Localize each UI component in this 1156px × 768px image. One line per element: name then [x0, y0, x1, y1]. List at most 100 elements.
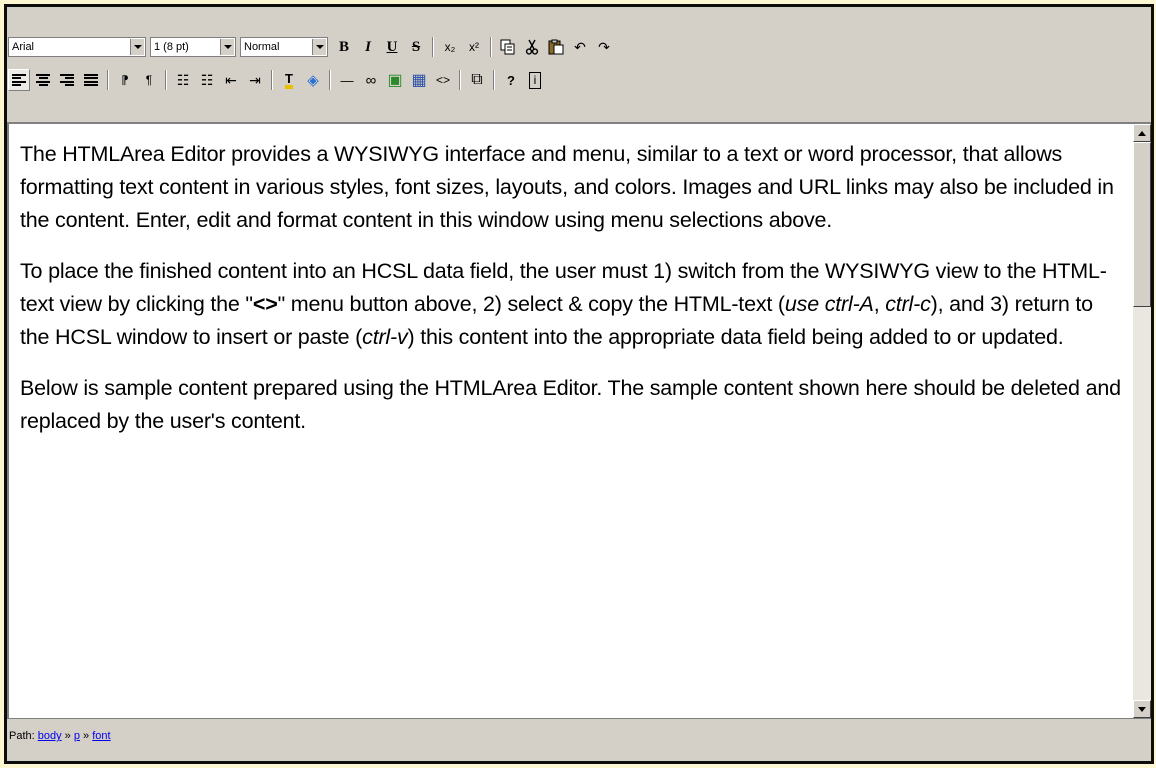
content-paragraph-3: Below is sample content prepared using t… — [20, 376, 1121, 433]
text-color-button[interactable]: T — [278, 69, 300, 91]
ltr-icon: ⁋ — [121, 73, 129, 87]
font-name-select[interactable]: Arial — [8, 37, 146, 57]
insert-link-button[interactable]: ∞ — [360, 69, 382, 91]
toolbar-separator — [432, 37, 434, 57]
underline-icon: U — [386, 38, 398, 55]
horizontal-rule-button[interactable]: — — [336, 69, 358, 91]
font-name-value: Arial — [12, 41, 35, 53]
path-crumb-body[interactable]: body — [38, 730, 62, 742]
copy-button[interactable] — [497, 36, 519, 58]
undo-icon: ↶ — [574, 38, 586, 55]
htmlarea-editor: Arial 1 (8 pt) Normal B I U S x₂ x² ↶ ↷ … — [4, 4, 1154, 764]
fullscreen-icon: ⧉ — [471, 71, 483, 88]
italic-icon: I — [365, 38, 371, 55]
subscript-button[interactable]: x₂ — [439, 36, 461, 58]
toolbar-row-2: ⁋ ¶ ☷ ☷ ⇤ ⇥ T ◈ — ∞ ▣ ▦ <> ⧉ ? i — [7, 65, 547, 95]
table-icon: ▦ — [411, 72, 427, 89]
about-button[interactable]: i — [524, 69, 546, 91]
horizontal-rule-icon: — — [340, 72, 354, 88]
content-paragraph-1: The HTMLArea Editor provides a WYSIWYG i… — [20, 142, 1114, 232]
p2-text-3: , — [873, 292, 886, 316]
unordered-list-button[interactable]: ☷ — [196, 69, 218, 91]
cut-button[interactable] — [521, 36, 543, 58]
insert-image-button[interactable]: ▣ — [384, 69, 406, 91]
scroll-up-arrow-icon[interactable] — [1133, 124, 1151, 142]
toolbar-separator — [459, 70, 461, 90]
help-button[interactable]: ? — [500, 69, 522, 91]
scroll-down-arrow-icon[interactable] — [1133, 700, 1151, 718]
toolbar: Arial 1 (8 pt) Normal B I U S x₂ x² ↶ ↷ … — [7, 7, 1151, 122]
about-icon: i — [528, 71, 542, 89]
html-mode-button[interactable]: <> — [432, 69, 454, 91]
chevron-down-icon — [312, 39, 326, 55]
path-crumb-p[interactable]: p — [74, 730, 80, 742]
status-bar: Path: body » p » font — [7, 718, 1151, 761]
scrollbar-thumb[interactable] — [1133, 142, 1151, 307]
underline-button[interactable]: U — [381, 36, 403, 58]
bg-color-button[interactable]: ◈ — [302, 69, 324, 91]
block-format-select[interactable]: Normal — [240, 37, 328, 57]
outdent-button[interactable]: ⇤ — [220, 69, 242, 91]
indent-button[interactable]: ⇥ — [244, 69, 266, 91]
align-center-button[interactable] — [32, 69, 54, 91]
unordered-list-icon: ☷ — [200, 71, 214, 88]
indent-icon: ⇥ — [249, 71, 261, 88]
align-right-button[interactable] — [56, 69, 78, 91]
insert-table-button[interactable]: ▦ — [408, 69, 430, 91]
bold-button[interactable]: B — [333, 36, 355, 58]
toolbar-separator — [490, 37, 492, 57]
outdent-icon: ⇤ — [225, 71, 237, 88]
redo-icon: ↷ — [598, 38, 610, 55]
copy-icon — [500, 39, 515, 55]
strikethrough-button[interactable]: S — [405, 36, 427, 58]
toolbar-separator — [329, 70, 331, 90]
image-icon: ▣ — [387, 72, 403, 89]
align-left-icon — [12, 74, 26, 86]
paste-button[interactable] — [545, 36, 567, 58]
toolbar-row-1: Arial 1 (8 pt) Normal B I U S x₂ x² ↶ ↷ — [7, 32, 616, 62]
italic-button[interactable]: I — [357, 36, 379, 58]
p2-italic-2: ctrl-c — [885, 292, 931, 316]
p2-bold-html-button: <> — [252, 292, 278, 316]
fullscreen-button[interactable]: ⧉ — [466, 69, 488, 91]
bg-color-icon: ◈ — [307, 72, 319, 89]
toolbar-separator — [107, 70, 109, 90]
editing-area[interactable]: The HTMLArea Editor provides a WYSIWYG i… — [7, 122, 1133, 718]
p2-italic-3: ctrl-v — [362, 325, 408, 349]
toolbar-separator — [165, 70, 167, 90]
paste-icon — [548, 39, 564, 55]
bold-icon: B — [338, 38, 349, 55]
superscript-icon: x² — [469, 40, 479, 54]
ordered-list-icon: ☷ — [176, 71, 190, 88]
content-paragraph-2: To place the finished content into an HC… — [20, 255, 1122, 354]
align-right-icon — [60, 74, 74, 86]
chevron-down-icon — [220, 39, 234, 55]
redo-button[interactable]: ↷ — [593, 36, 615, 58]
chevron-down-icon — [130, 39, 144, 55]
toolbar-separator — [493, 70, 495, 90]
ltr-button[interactable]: ⁋ — [114, 69, 136, 91]
p2-text-2: " menu button above, 2) select & copy th… — [277, 292, 786, 316]
path-separator: » — [64, 730, 71, 742]
justify-button[interactable] — [80, 69, 102, 91]
path-separator: » — [83, 730, 90, 742]
vertical-scrollbar[interactable] — [1133, 122, 1151, 718]
toolbar-separator — [271, 70, 273, 90]
rtl-button[interactable]: ¶ — [138, 69, 160, 91]
align-left-button[interactable] — [8, 69, 30, 91]
undo-button[interactable]: ↶ — [569, 36, 591, 58]
font-size-select[interactable]: 1 (8 pt) — [150, 37, 236, 57]
path-crumb-font[interactable]: font — [92, 730, 110, 742]
superscript-button[interactable]: x² — [463, 36, 485, 58]
align-center-icon — [36, 74, 50, 86]
subscript-icon: x₂ — [444, 40, 456, 54]
p2-italic-1: use ctrl-A — [784, 292, 874, 316]
ordered-list-button[interactable]: ☷ — [172, 69, 194, 91]
p2-text-5: ) this content into the appropriate data… — [407, 325, 1064, 349]
path-label: Path: — [9, 730, 35, 742]
html-mode-icon: <> — [435, 73, 450, 87]
scissors-icon — [525, 39, 539, 55]
font-size-value: 1 (8 pt) — [154, 41, 189, 53]
strikethrough-icon: S — [411, 38, 421, 55]
block-format-value: Normal — [244, 41, 280, 53]
